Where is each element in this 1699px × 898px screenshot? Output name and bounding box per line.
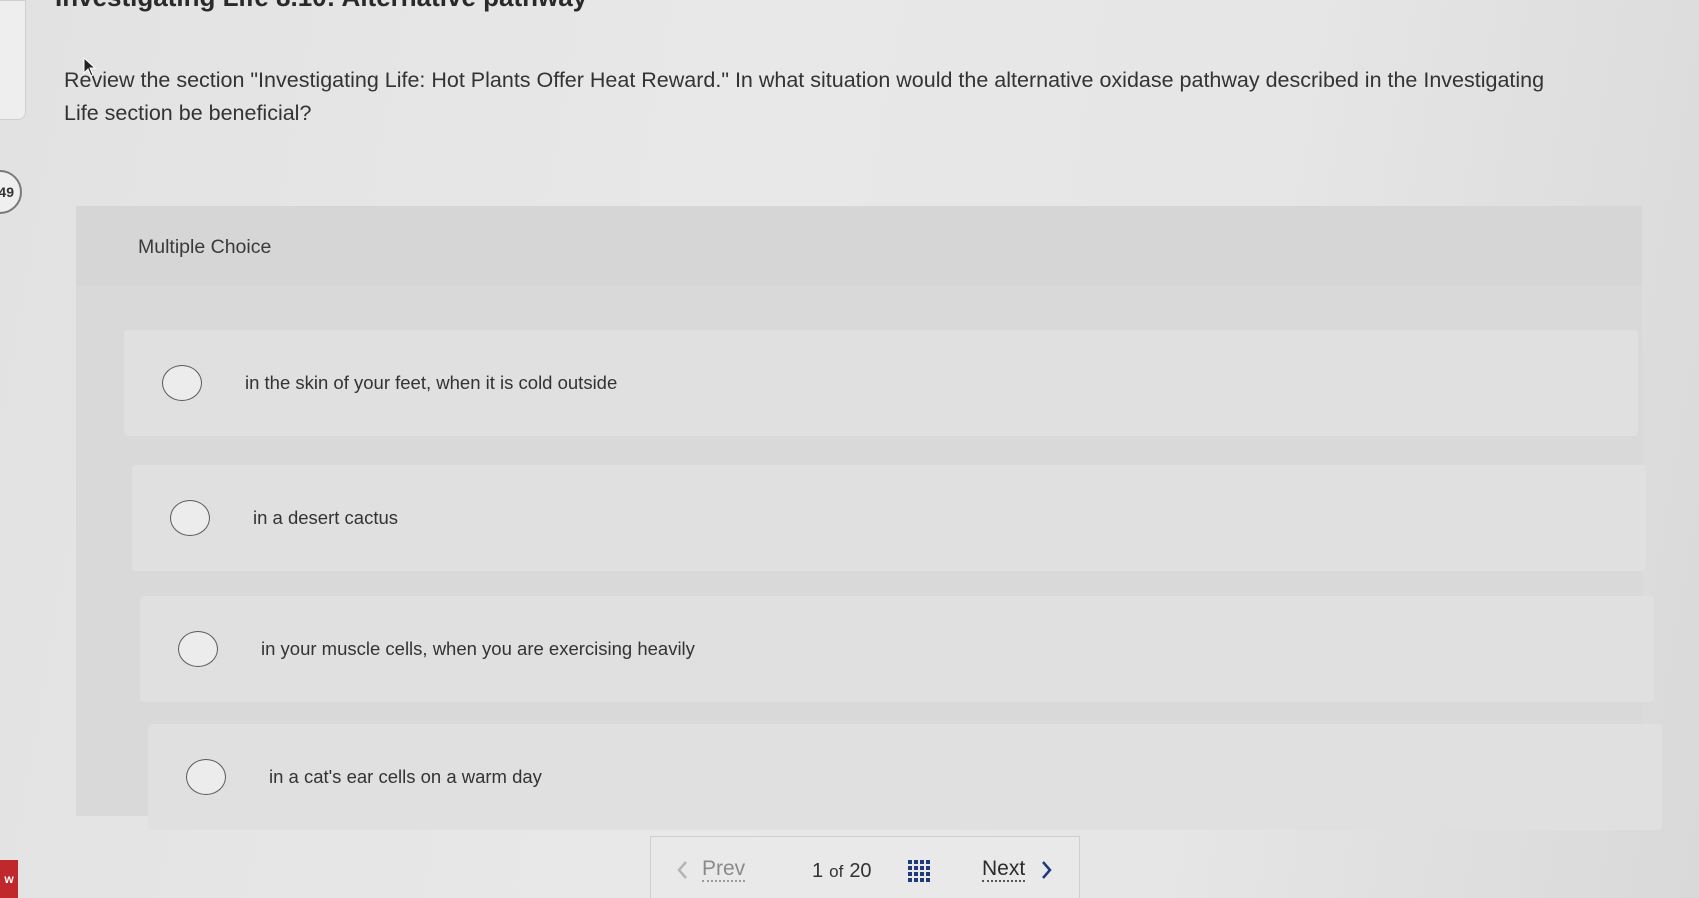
question-number: 49 <box>0 184 14 200</box>
question-grid-icon[interactable] <box>908 860 932 884</box>
radio-button[interactable] <box>186 759 226 795</box>
chevron-right-icon <box>1042 861 1052 879</box>
current-page: 1 <box>812 860 824 882</box>
brand-logo: w <box>0 860 18 898</box>
radio-button[interactable] <box>162 365 202 401</box>
of-label: of <box>829 862 844 881</box>
radio-button[interactable] <box>170 500 210 536</box>
choice-option-1[interactable]: in the skin of your feet, when it is col… <box>124 330 1638 436</box>
side-tab[interactable] <box>0 0 26 120</box>
choice-option-3[interactable]: in your muscle cells, when you are exerc… <box>140 596 1654 702</box>
chevron-left-icon <box>677 861 687 879</box>
next-button[interactable]: Next <box>982 858 1053 882</box>
next-label: Next <box>982 857 1026 882</box>
question-prompt: Review the section "Investigating Life: … <box>64 68 1545 125</box>
prev-button[interactable]: Prev <box>676 857 746 882</box>
question-number-badge: 49 <box>0 170 22 214</box>
choice-label: in your muscle cells, when you are exerc… <box>261 638 695 659</box>
multiple-choice-header <box>76 206 1642 286</box>
mouse-cursor-icon <box>83 57 97 77</box>
page-indicator: 1 of 20 <box>812 860 872 883</box>
total-pages: 20 <box>849 860 872 882</box>
prev-label: Prev <box>702 857 746 882</box>
choice-option-4[interactable]: in a cat's ear cells on a warm day <box>148 724 1662 830</box>
question-type-label: Multiple Choice <box>138 236 272 258</box>
choice-label: in the skin of your feet, when it is col… <box>245 372 618 393</box>
radio-button[interactable] <box>178 631 218 667</box>
choice-option-2[interactable]: in a desert cactus <box>132 465 1646 571</box>
choice-label: in a cat's ear cells on a warm day <box>269 766 542 787</box>
choice-label: in a desert cactus <box>253 507 398 528</box>
page-title: Investigating Life 8.10: Alternative pat… <box>55 0 587 13</box>
